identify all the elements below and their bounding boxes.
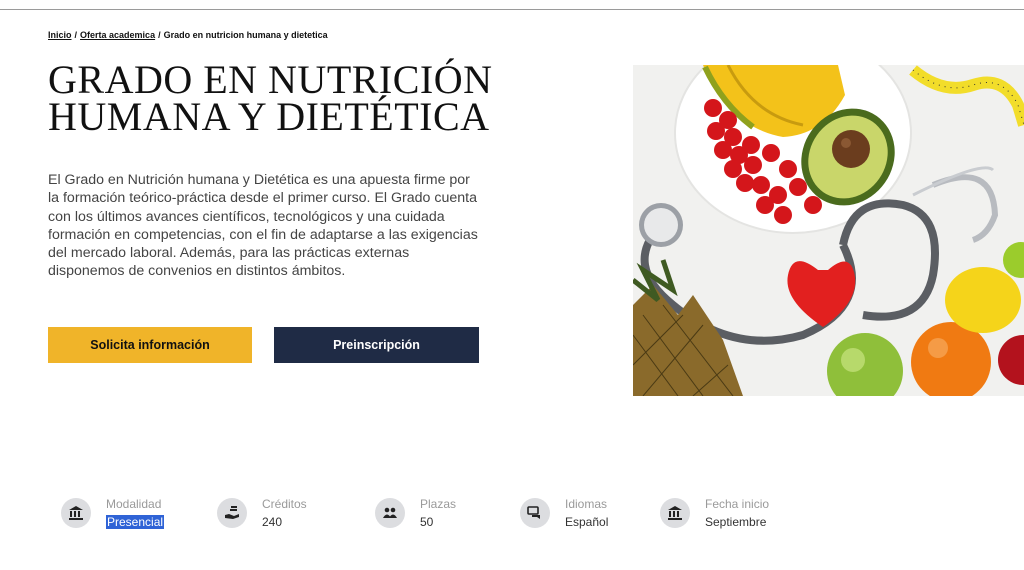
fact-label: Modalidad xyxy=(106,497,162,511)
fact-value: Septiembre xyxy=(705,515,767,529)
request-info-button[interactable]: Solicita información xyxy=(48,327,252,363)
fact-label: Créditos xyxy=(262,497,307,511)
breadcrumb-current: Grado en nutricion humana y dietetica xyxy=(163,30,328,40)
fact-label: Idiomas xyxy=(565,497,608,511)
breadcrumb-separator: / xyxy=(74,30,78,40)
bank-icon xyxy=(660,498,690,528)
chat-icon xyxy=(520,498,550,528)
breadcrumb-link-inicio[interactable]: Inicio xyxy=(48,30,72,40)
page-title-line1: GRADO EN NUTRICIÓN xyxy=(48,57,493,102)
fact-value: 240 xyxy=(262,515,283,529)
people-icon xyxy=(375,498,405,528)
fact-value: 50 xyxy=(420,515,434,529)
program-description: El Grado en Nutrición humana y Dietética… xyxy=(48,172,478,280)
fruit-stethoscope-photo xyxy=(633,65,1024,396)
top-divider xyxy=(0,9,1024,10)
hand-coins-icon xyxy=(217,498,247,528)
page-title: GRADO EN NUTRICIÓN HUMANA Y DIETÉTICA xyxy=(48,57,508,139)
fact-value: Español xyxy=(565,515,609,529)
breadcrumb-separator: / xyxy=(158,30,161,40)
hero-image xyxy=(633,65,1024,396)
fact-value: Presencial xyxy=(106,515,165,529)
bank-icon xyxy=(61,498,91,528)
preinscription-button[interactable]: Preinscripción xyxy=(274,327,479,363)
fact-label: Fecha inicio xyxy=(705,497,770,511)
fact-label: Plazas xyxy=(420,497,457,511)
page-title-line2: HUMANA Y DIETÉTICA xyxy=(48,94,490,139)
breadcrumb-link-oferta[interactable]: Oferta academica xyxy=(80,30,155,40)
breadcrumb: Inicio / Oferta academica / Grado en nutrici… xyxy=(48,30,328,40)
